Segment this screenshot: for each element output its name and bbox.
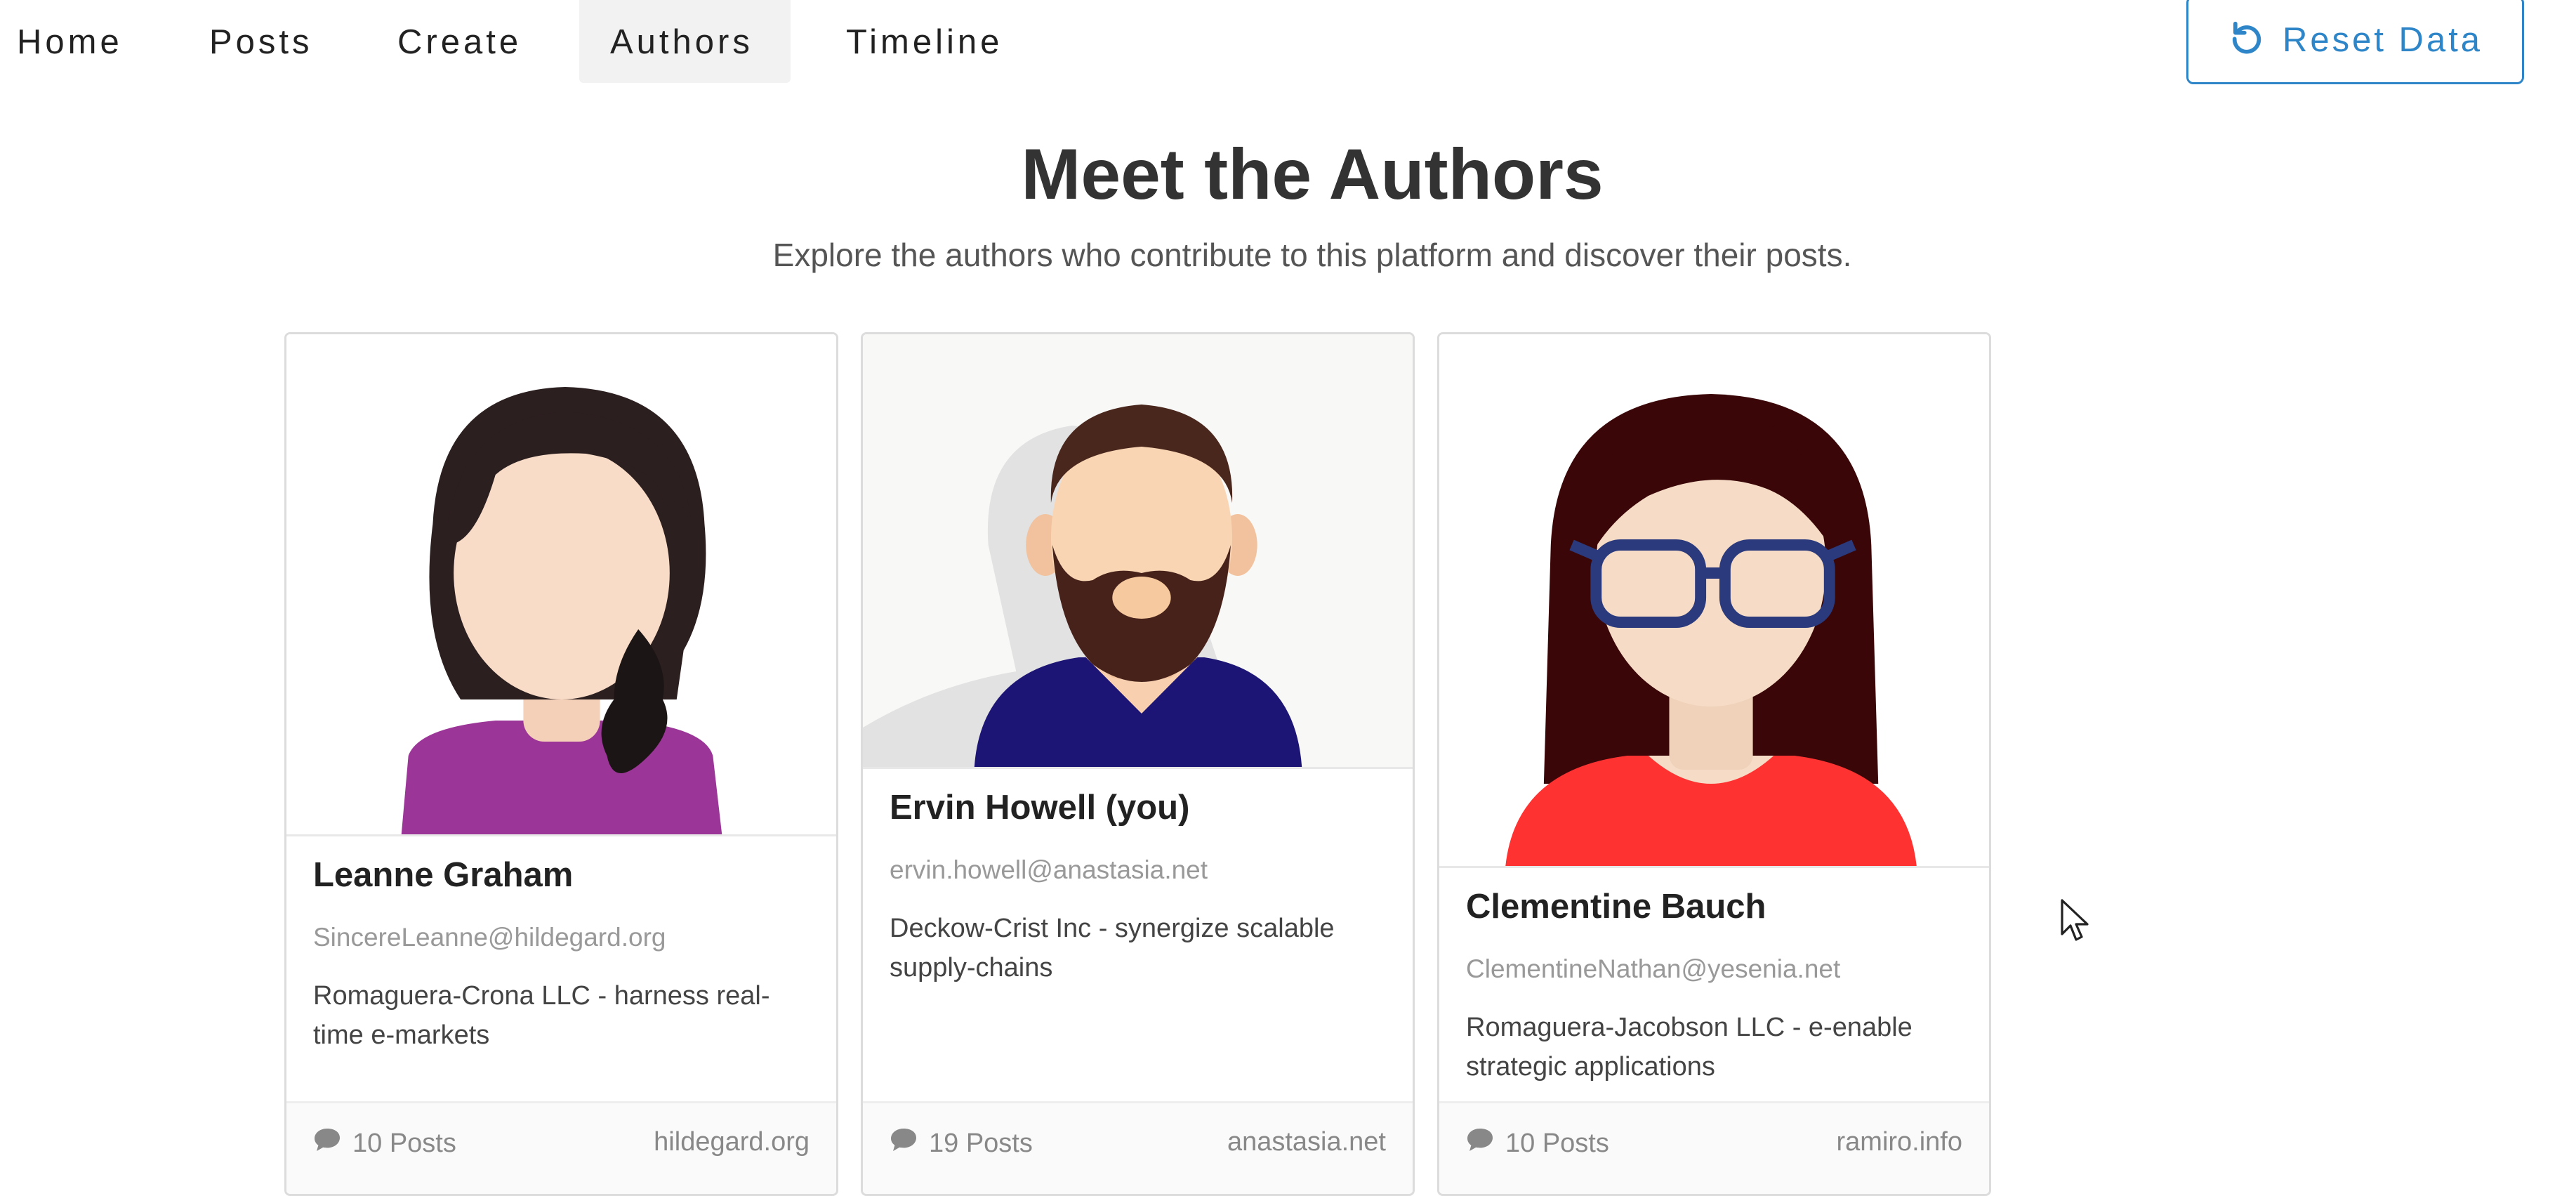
top-nav: Home Posts Create Authors Timeline Reset… — [0, 0, 2576, 84]
author-email: ervin.howell@anastasia.net — [890, 855, 1208, 884]
nav-timeline[interactable]: Timeline — [815, 0, 1033, 83]
author-website-link[interactable]: ramiro.info — [1837, 1127, 1963, 1157]
posts-count[interactable]: 10 Posts — [313, 1127, 456, 1159]
posts-count[interactable]: 19 Posts — [890, 1127, 1033, 1159]
card-footer: 10 Posts ramiro.info — [1439, 1101, 1989, 1194]
author-card: Clementine Bauch ClementineNathan@yeseni… — [1437, 332, 1991, 1196]
comment-icon — [890, 1127, 918, 1159]
author-name[interactable]: Ervin Howell (you) — [890, 788, 1386, 827]
author-avatar — [286, 334, 836, 836]
nav-home[interactable]: Home — [0, 0, 154, 83]
author-email: SincereLeanne@hildegard.org — [313, 923, 666, 952]
comment-icon — [1466, 1127, 1494, 1159]
card-footer: 19 Posts anastasia.net — [863, 1101, 1413, 1194]
author-company: Romaguera-Jacobson LLC - e-enable strate… — [1466, 1013, 1913, 1082]
undo-icon — [2228, 18, 2264, 63]
author-company: Deckow-Crist Inc - synergize scalable su… — [890, 914, 1335, 983]
page-subtitle: Explore the authors who contribute to th… — [772, 237, 1852, 273]
nav-authors[interactable]: Authors — [579, 0, 791, 83]
author-card: Leanne Graham SincereLeanne@hildegard.or… — [284, 332, 838, 1196]
posts-count[interactable]: 10 Posts — [1466, 1127, 1609, 1159]
posts-count-label: 19 Posts — [929, 1128, 1033, 1158]
posts-count-label: 10 Posts — [1505, 1128, 1609, 1158]
card-footer: 10 Posts hildegard.org — [286, 1101, 836, 1194]
author-website-link[interactable]: anastasia.net — [1227, 1127, 1386, 1157]
author-avatar — [863, 334, 1413, 769]
posts-count-label: 10 Posts — [352, 1128, 456, 1158]
reset-data-button[interactable]: Reset Data — [2186, 0, 2524, 84]
author-avatar — [1439, 334, 1989, 868]
reset-data-label: Reset Data — [2282, 21, 2483, 59]
nav-create[interactable]: Create — [366, 0, 553, 83]
author-name[interactable]: Leanne Graham — [313, 855, 810, 895]
author-card: Ervin Howell (you) ervin.howell@anastasi… — [861, 332, 1415, 1196]
mouse-pointer-icon — [2061, 899, 2092, 944]
comment-icon — [313, 1127, 341, 1159]
page-title: Meet the Authors — [1021, 134, 1604, 214]
author-website-link[interactable]: hildegard.org — [654, 1127, 810, 1157]
nav-posts[interactable]: Posts — [178, 0, 344, 83]
author-name[interactable]: Clementine Bauch — [1466, 887, 1962, 926]
author-company: Romaguera-Crona LLC - harness real-time … — [313, 981, 770, 1050]
author-email: ClementineNathan@yesenia.net — [1466, 954, 1841, 983]
